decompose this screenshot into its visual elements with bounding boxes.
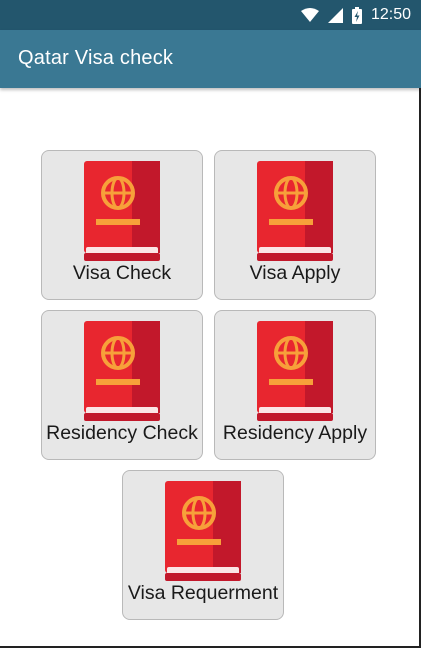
tile-label: Visa Apply: [249, 262, 341, 284]
app-title: Qatar Visa check: [18, 47, 174, 69]
residency-check-button[interactable]: Residency Check: [41, 310, 203, 460]
tile-label: Visa Requerment: [127, 582, 279, 604]
residency-apply-button[interactable]: Residency Apply: [214, 310, 376, 460]
wifi-icon: [300, 7, 319, 23]
passport-icon: [257, 161, 333, 261]
visa-apply-button[interactable]: Visa Apply: [214, 150, 376, 300]
passport-icon: [84, 321, 160, 421]
status-bar: 12:50: [0, 0, 421, 30]
passport-icon: [84, 161, 160, 261]
passport-icon: [257, 321, 333, 421]
battery-charging-icon: [351, 6, 362, 24]
visa-requirement-button[interactable]: Visa Requerment: [122, 470, 284, 620]
tile-label: Residency Check: [46, 422, 198, 444]
signal-icon: [327, 7, 343, 23]
status-time: 12:50: [370, 6, 411, 23]
tile-label: Visa Check: [72, 262, 172, 284]
passport-icon: [165, 481, 241, 581]
visa-check-button[interactable]: Visa Check: [41, 150, 203, 300]
app-bar: Qatar Visa check: [0, 30, 421, 88]
tile-label: Residency Apply: [222, 422, 368, 444]
